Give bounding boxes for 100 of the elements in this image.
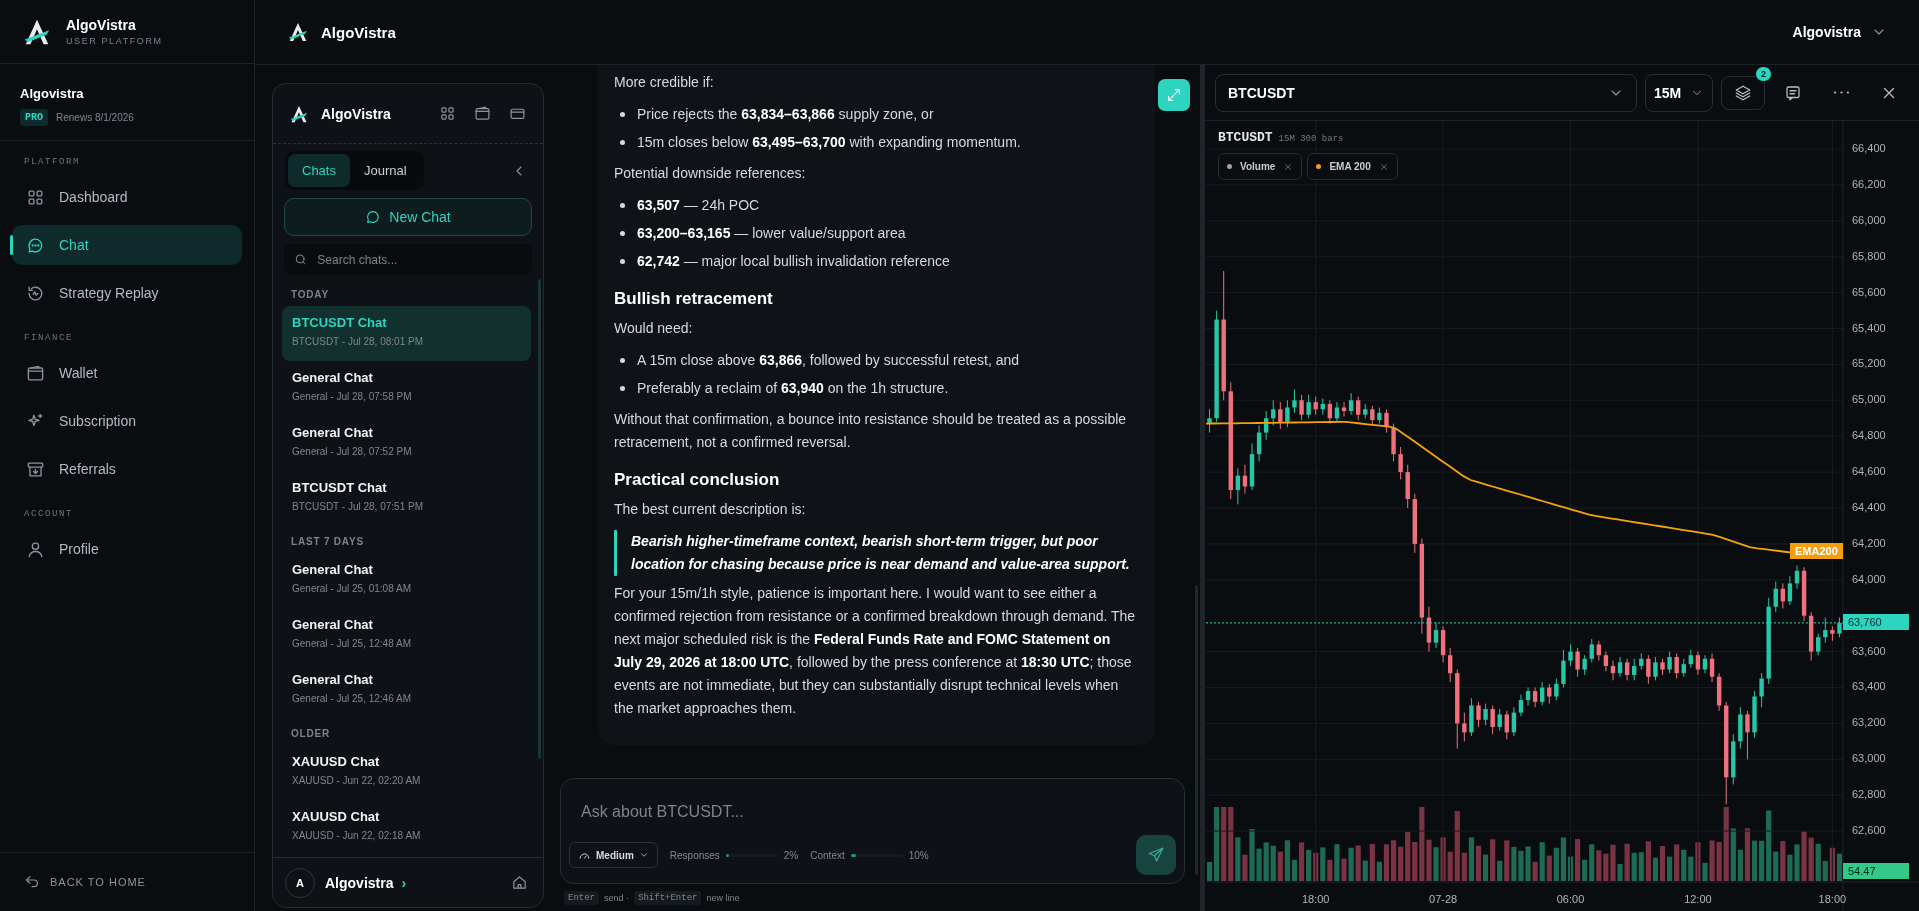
chat-meta: General - Jul 25, 01:08 AM <box>292 583 411 594</box>
chevron-down-icon <box>638 850 649 860</box>
time-label: 06:00 <box>1556 893 1585 905</box>
effort-dropdown[interactable]: Medium <box>569 842 658 868</box>
time-label: 18:00 <box>1301 893 1330 905</box>
chat-meta: BTCUSDT - Jul 28, 07:51 PM <box>292 501 423 512</box>
chat-title[interactable]: General Chat <box>292 562 373 577</box>
sidebar-item[interactable]: Subscription <box>12 401 242 441</box>
brand-tagline: USER PLATFORM <box>66 36 163 46</box>
search-input[interactable]: Search chats... <box>315 251 522 268</box>
candle <box>1575 647 1580 678</box>
candle <box>1745 710 1750 760</box>
bullet-icon <box>620 231 625 236</box>
chat-title[interactable]: General Chat <box>292 370 373 385</box>
active-indicator <box>10 235 13 255</box>
sidebar-item[interactable]: Wallet <box>12 353 242 393</box>
send-button[interactable] <box>1136 835 1176 875</box>
profile-link[interactable]: Algovistra › <box>325 874 407 891</box>
group-heading: TODAY <box>290 288 330 302</box>
nav-icon <box>26 283 45 303</box>
nav-icon <box>26 539 45 559</box>
chat-meta: BTCUSDT - Jul 28, 08:01 PM <box>292 336 423 347</box>
candle <box>1469 697 1474 737</box>
chat-meta: XAUUSD - Jun 22, 02:20 AM <box>292 775 421 786</box>
expand-button[interactable] <box>1158 79 1190 111</box>
tab[interactable]: Chats <box>288 154 350 187</box>
list-item: 62,742 — major local bullish invalidation reference <box>637 252 950 271</box>
price-label: 63,000 <box>1852 752 1886 765</box>
section-heading: ACCOUNT <box>23 509 74 519</box>
price-label: 65,200 <box>1852 357 1886 370</box>
price-label: 64,800 <box>1852 429 1886 442</box>
message-text: Without that confirmation, a bounce into resistance should be treated as a possible retracement, not a confirmed reversal. <box>614 410 1128 452</box>
brand-name: AlgoVistra <box>66 17 137 33</box>
new-chat-button[interactable]: New Chat <box>284 198 532 236</box>
message-composer[interactable]: Ask about BTCUSDT... Medium Responses 2% Context 10% <box>560 778 1185 884</box>
home-icon <box>511 874 528 891</box>
list-item: 63,507 — 24h POC <box>637 196 760 215</box>
key-hint: Enter <box>564 890 599 905</box>
candle <box>1582 654 1587 676</box>
back-link[interactable]: BACK TO HOME <box>24 874 146 890</box>
interval-dropdown[interactable]: 15M <box>1645 73 1713 112</box>
candle <box>1830 625 1835 642</box>
candle <box>1660 658 1665 676</box>
candle <box>1540 681 1545 706</box>
chat-item[interactable]: BTCUSDT Chat BTCUSDT - Jul 28, 08:01 PM <box>282 306 531 361</box>
candle <box>1674 652 1679 679</box>
symbol-dropdown[interactable]: BTCUSDT <box>1215 73 1637 112</box>
chat-title[interactable]: General Chat <box>292 425 373 440</box>
candle <box>1568 643 1573 667</box>
candle <box>1299 394 1304 421</box>
renewal-date: Renews 8/1/2026 <box>56 112 134 123</box>
candle <box>1759 672 1764 708</box>
hint-text: send · <box>604 892 630 903</box>
list-item: Preferably a reclaim of 63,940 on the 1h structure. <box>637 379 949 398</box>
list-item: 15m closes below 63,495–63,700 with expanding momentum. <box>637 133 1021 152</box>
candle <box>1653 656 1658 681</box>
chat-title[interactable]: BTCUSDT Chat <box>292 480 387 495</box>
chat-title[interactable]: XAUUSD Chat <box>292 754 380 769</box>
user-menu[interactable]: Algovistra <box>1788 20 1891 44</box>
candle <box>1731 733 1736 785</box>
chat-title[interactable]: XAUUSD Chat <box>292 809 380 824</box>
search-field[interactable]: Search chats... <box>284 244 532 275</box>
meter-label: Context <box>810 849 845 861</box>
candle <box>1667 651 1672 674</box>
scrollbar[interactable] <box>538 279 541 759</box>
chat-meta: General - Jul 25, 12:46 AM <box>292 693 411 704</box>
indicator-chip[interactable]: Volume <box>1218 153 1303 180</box>
meter-reading: 10% <box>908 849 929 861</box>
sidebar-item[interactable]: Profile <box>12 529 242 569</box>
section-heading: FINANCE <box>23 333 74 343</box>
chat-title[interactable]: General Chat <box>292 617 373 632</box>
price-label: 65,000 <box>1852 393 1886 406</box>
sidebar-item[interactable]: Dashboard <box>12 177 242 217</box>
chat-title[interactable]: General Chat <box>292 672 373 687</box>
send-icon <box>1147 846 1165 864</box>
tab[interactable]: Journal <box>349 154 421 187</box>
back-arrow-icon <box>24 874 40 890</box>
candle <box>1547 683 1552 705</box>
sidebar-item[interactable]: Referrals <box>12 449 242 489</box>
candle <box>1504 710 1509 741</box>
sidebar-item[interactable]: Chat <box>12 225 242 265</box>
account-name: Algovistra <box>20 86 85 101</box>
price-label: 64,400 <box>1852 501 1886 513</box>
price-label: 63,200 <box>1852 716 1886 729</box>
candle <box>1292 389 1297 414</box>
indicator-chip[interactable]: EMA 200 <box>1307 153 1398 180</box>
resize-handle[interactable] <box>1200 65 1205 911</box>
bullet-icon <box>620 203 625 208</box>
candle <box>1384 408 1389 434</box>
candle <box>1752 690 1757 739</box>
price-label: 63,600 <box>1852 644 1886 657</box>
candle <box>1554 678 1559 701</box>
chat-title[interactable]: BTCUSDT Chat <box>292 315 387 330</box>
candle <box>1370 405 1375 426</box>
sidebar-item[interactable]: Strategy Replay <box>12 273 242 313</box>
remove-icon <box>1283 161 1294 172</box>
count-badge: 2 <box>1756 66 1771 81</box>
ema-tag: EMA200 <box>1790 542 1843 559</box>
list-item: 63,200–63,165 — lower value/support area <box>637 224 906 243</box>
message-text: More credible if: <box>614 73 715 92</box>
